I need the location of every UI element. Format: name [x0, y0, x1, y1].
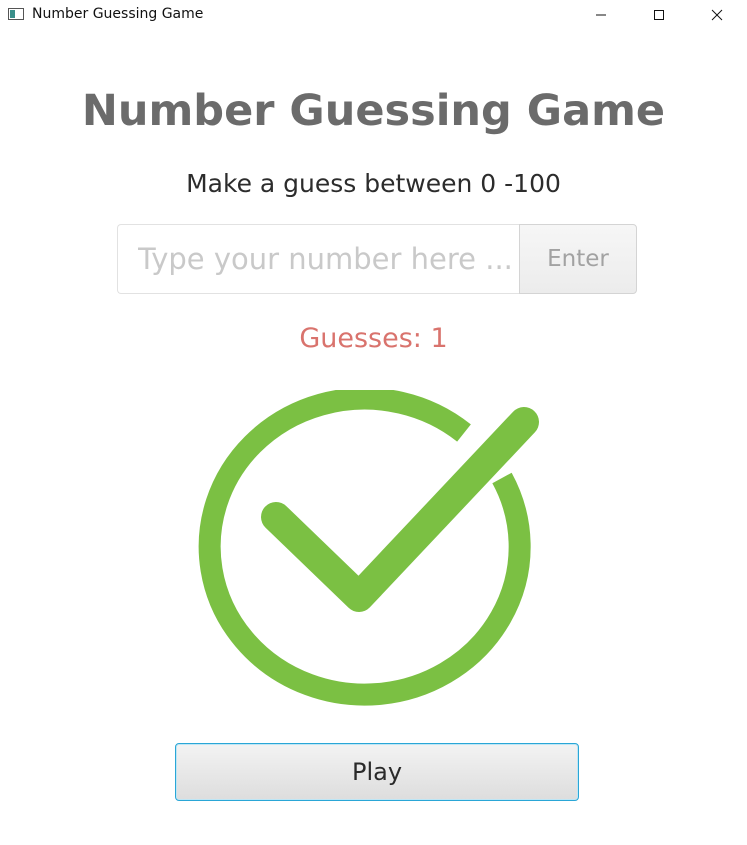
close-button[interactable]: [694, 0, 740, 30]
app-window-icon: [8, 8, 24, 20]
game-title: Number Guessing Game: [81, 86, 666, 136]
check-mark: [261, 407, 539, 612]
check-circle-icon: [198, 390, 539, 706]
app-window: Number Guessing Game Number Guessing Gam…: [0, 0, 747, 845]
guess-input[interactable]: [117, 224, 540, 294]
close-icon: [711, 9, 723, 21]
guesses-counter: Guesses: 1: [299, 323, 448, 354]
play-button[interactable]: Play: [175, 743, 579, 801]
guess-prompt: Make a guess between 0 -100: [186, 169, 561, 198]
window-title: Number Guessing Game: [32, 6, 204, 22]
enter-button[interactable]: Enter: [519, 224, 637, 294]
maximize-icon: [654, 10, 664, 20]
check-circle-ring: [198, 390, 531, 706]
minimize-icon: [596, 14, 606, 16]
guess-input-group: Enter: [117, 224, 637, 294]
minimize-button[interactable]: [578, 0, 624, 30]
title-bar: Number Guessing Game: [0, 0, 747, 30]
maximize-button[interactable]: [636, 0, 682, 30]
